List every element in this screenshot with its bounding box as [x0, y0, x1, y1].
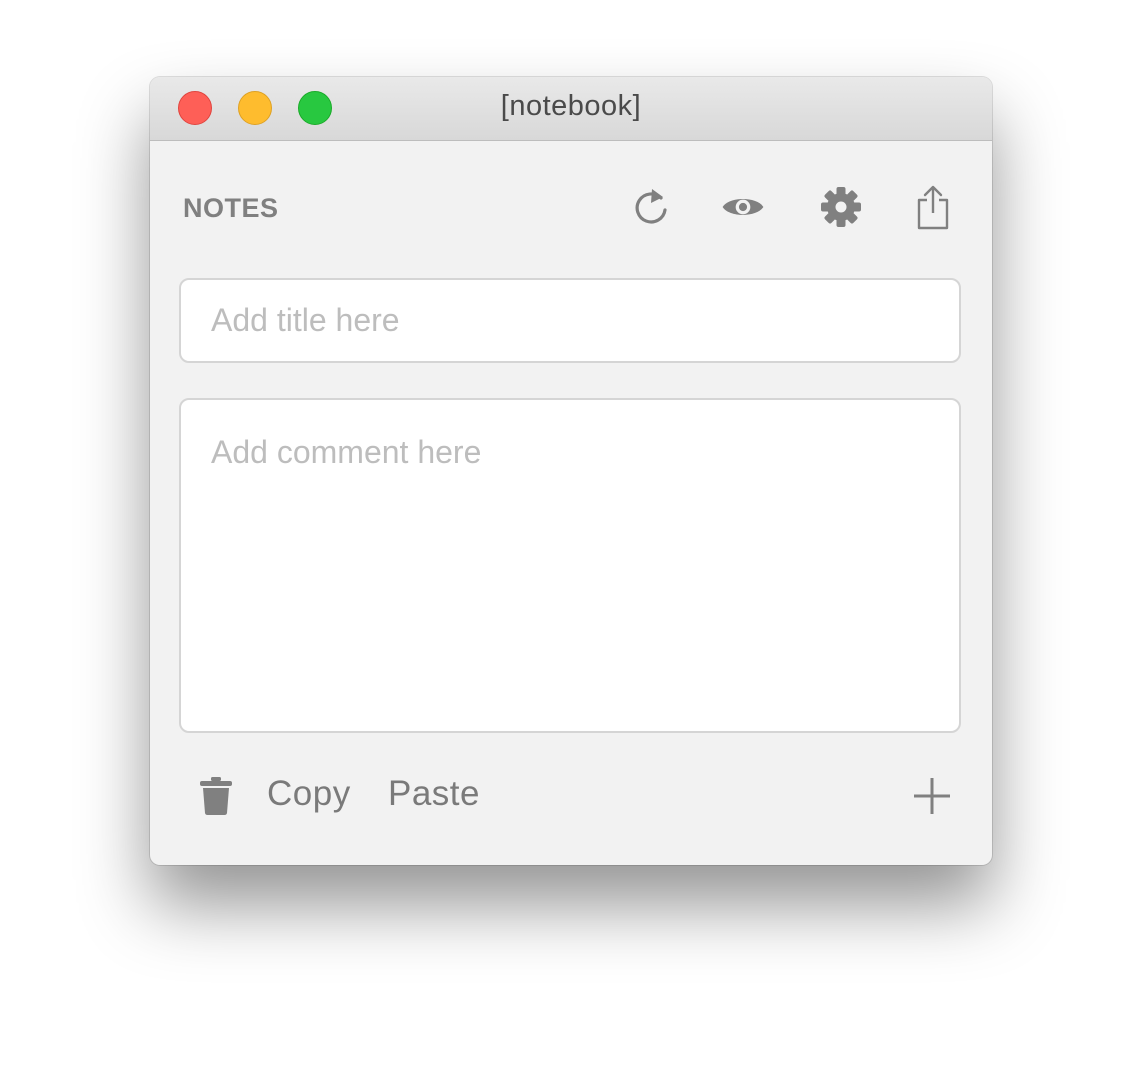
delete-button[interactable] — [196, 775, 236, 817]
refresh-icon — [635, 189, 667, 224]
trash-icon — [200, 777, 232, 815]
copy-button[interactable]: Copy — [267, 774, 351, 814]
title-bar[interactable]: [notebook] — [150, 77, 992, 141]
plus-icon — [914, 778, 950, 814]
gear-icon — [821, 187, 861, 227]
title-input[interactable] — [179, 278, 961, 363]
comment-input[interactable] — [179, 398, 961, 733]
paste-button[interactable]: Paste — [388, 774, 480, 814]
settings-button[interactable] — [819, 184, 863, 230]
refresh-button[interactable] — [630, 184, 674, 230]
section-title: NOTES — [183, 193, 279, 223]
share-icon — [917, 185, 949, 230]
notebook-window: [notebook] NOTES Add title here Add comm… — [150, 77, 992, 865]
add-note-button[interactable] — [910, 774, 954, 818]
window-title: [notebook] — [500, 90, 642, 122]
eye-icon — [722, 199, 764, 215]
share-button[interactable] — [911, 184, 955, 230]
preview-button[interactable] — [721, 184, 765, 230]
